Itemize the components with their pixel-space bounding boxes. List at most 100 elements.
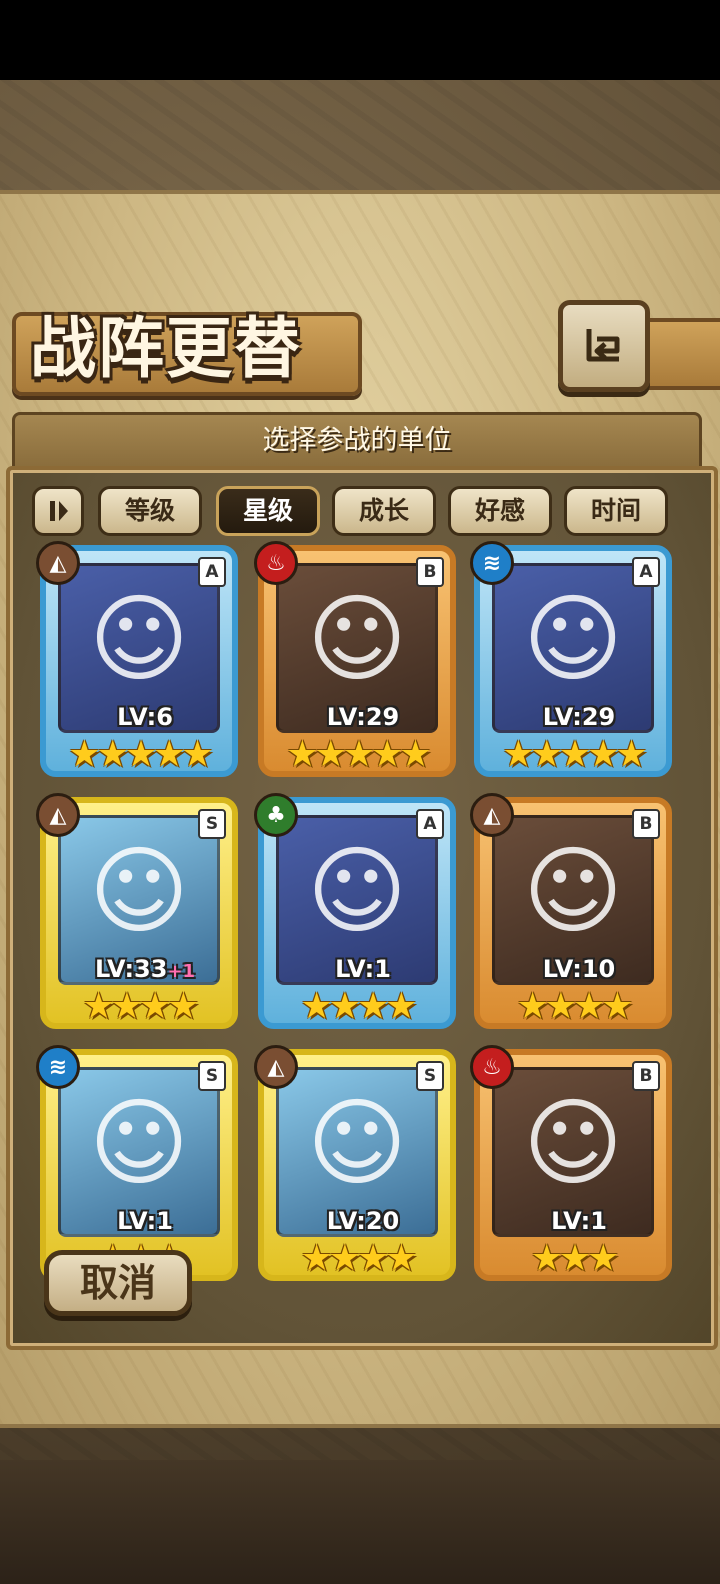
- earth-icon: ◭: [470, 793, 514, 837]
- star-icon: ★: [516, 986, 548, 1027]
- star-icon: ★: [587, 734, 619, 775]
- unit-card[interactable]: ☺ B ◭ LV:10 ★★★★: [470, 793, 672, 1029]
- sort-tab-level[interactable]: 等级: [98, 486, 202, 536]
- fire-icon: ♨: [254, 541, 298, 585]
- unit-card[interactable]: ☺ B ♨ LV:29 ★★★★★: [254, 541, 456, 777]
- unit-level-text: LV:6: [117, 703, 173, 731]
- star-icon: ★: [558, 1238, 591, 1279]
- star-rating: ★★★★: [264, 1241, 450, 1277]
- unit-level: LV:29: [264, 703, 462, 731]
- character-face-icon: ☺: [88, 835, 190, 947]
- return-arrow-icon: [586, 329, 620, 362]
- unit-level-text: LV:1: [551, 1207, 607, 1235]
- unit-level-text: LV:29: [542, 703, 616, 731]
- star-icon: ★: [82, 986, 114, 1027]
- star-icon: ★: [399, 734, 431, 775]
- character-face-icon: ☺: [88, 583, 190, 695]
- unit-level: LV:20: [264, 1207, 462, 1235]
- cancel-button[interactable]: 取消: [44, 1250, 192, 1316]
- star-rating: ★★★★★: [46, 737, 232, 773]
- subtitle: 选择参战的单位: [262, 425, 452, 456]
- unit-level: LV:1: [46, 1207, 244, 1235]
- rank-badge: S: [198, 809, 226, 839]
- star-rating: ★★★★: [46, 989, 232, 1025]
- unit-level: LV:1: [480, 1207, 678, 1235]
- star-rating: ★★★★: [480, 989, 666, 1025]
- rank-badge: A: [632, 557, 660, 587]
- sort-order-toggle[interactable]: [32, 486, 84, 536]
- star-icon: ★: [357, 986, 389, 1027]
- star-icon: ★: [110, 986, 143, 1027]
- unit-level: LV:6: [46, 703, 244, 731]
- unit-level-text: LV:1: [117, 1207, 173, 1235]
- sort-tab-time[interactable]: 时间: [564, 486, 668, 536]
- unit-card[interactable]: ☺ A ◭ LV:6 ★★★★★: [36, 541, 238, 777]
- unit-card[interactable]: ☺ S ◭ LV:33+1 ★★★★: [36, 793, 238, 1029]
- star-icon: ★: [385, 986, 417, 1027]
- star-rating: ★★★: [480, 1241, 666, 1277]
- earth-icon: ◭: [254, 1045, 298, 1089]
- pause-sort-icon: [50, 501, 68, 521]
- rank-badge: A: [416, 809, 444, 839]
- star-icon: ★: [286, 734, 318, 775]
- unit-card[interactable]: ☺ A ♣ LV:1 ★★★★: [254, 793, 456, 1029]
- sort-tab-affection[interactable]: 好感: [448, 486, 552, 536]
- star-icon: ★: [544, 986, 577, 1027]
- page-title: 战阵更替: [30, 309, 302, 387]
- star-icon: ★: [558, 734, 591, 775]
- star-icon: ★: [601, 986, 633, 1027]
- star-rating: ★★★★★: [480, 737, 666, 773]
- unit-card[interactable]: ☺S≋LV:1★★★: [36, 1045, 238, 1281]
- star-icon: ★: [502, 734, 534, 775]
- unit-level-text: LV:33: [94, 955, 168, 983]
- earth-icon: ◭: [36, 793, 80, 837]
- star-icon: ★: [357, 1238, 389, 1279]
- back-button[interactable]: [558, 300, 650, 392]
- rank-badge: S: [416, 1061, 444, 1091]
- star-icon: ★: [342, 734, 375, 775]
- star-rating: ★★★★★: [264, 737, 450, 773]
- bottom-background: [0, 1460, 720, 1584]
- star-icon: ★: [385, 1238, 417, 1279]
- rank-badge: A: [198, 557, 226, 587]
- character-face-icon: ☺: [522, 835, 624, 947]
- star-icon: ★: [530, 1238, 563, 1279]
- star-icon: ★: [530, 734, 563, 775]
- unit-card[interactable]: ☺ S ◭ LV:20 ★★★★: [254, 1045, 456, 1281]
- unit-card[interactable]: ☺ B ♨ LV:1 ★★★: [470, 1045, 672, 1281]
- status-bar: [0, 0, 720, 80]
- rank-badge: B: [416, 557, 444, 587]
- star-rating: ★★★★: [264, 989, 450, 1025]
- character-face-icon: ☺: [306, 583, 408, 695]
- star-icon: ★: [371, 734, 403, 775]
- rank-badge: S: [198, 1061, 226, 1091]
- unit-card[interactable]: ☺ A ≋ LV:29 ★★★★★: [470, 541, 672, 777]
- sort-tab-growth[interactable]: 成长: [332, 486, 436, 536]
- rank-badge: B: [632, 1061, 660, 1091]
- star-icon: ★: [615, 734, 647, 775]
- star-icon: ★: [328, 986, 361, 1027]
- unit-level: LV:10: [480, 955, 678, 983]
- unit-level: LV:33+1: [46, 955, 244, 983]
- character-face-icon: ☺: [522, 583, 624, 695]
- star-icon: ★: [124, 734, 157, 775]
- character-face-icon: ☺: [306, 1087, 408, 1199]
- unit-level-text: LV:1: [335, 955, 391, 983]
- star-icon: ★: [300, 1238, 332, 1279]
- star-icon: ★: [68, 734, 100, 775]
- star-icon: ★: [153, 734, 185, 775]
- star-icon: ★: [96, 734, 129, 775]
- unit-level-text: LV:20: [326, 1207, 400, 1235]
- star-icon: ★: [573, 986, 605, 1027]
- subtitle-bar: 选择参战的单位: [12, 412, 702, 470]
- star-icon: ★: [328, 1238, 361, 1279]
- star-icon: ★: [300, 986, 332, 1027]
- star-icon: ★: [314, 734, 347, 775]
- unit-level-text: LV:10: [542, 955, 616, 983]
- earth-icon: ◭: [36, 541, 80, 585]
- star-icon: ★: [167, 986, 199, 1027]
- fire-icon: ♨: [470, 1045, 514, 1089]
- sort-tab-star[interactable]: 星级: [216, 486, 320, 536]
- star-icon: ★: [587, 1238, 619, 1279]
- unit-level: LV:29: [480, 703, 678, 731]
